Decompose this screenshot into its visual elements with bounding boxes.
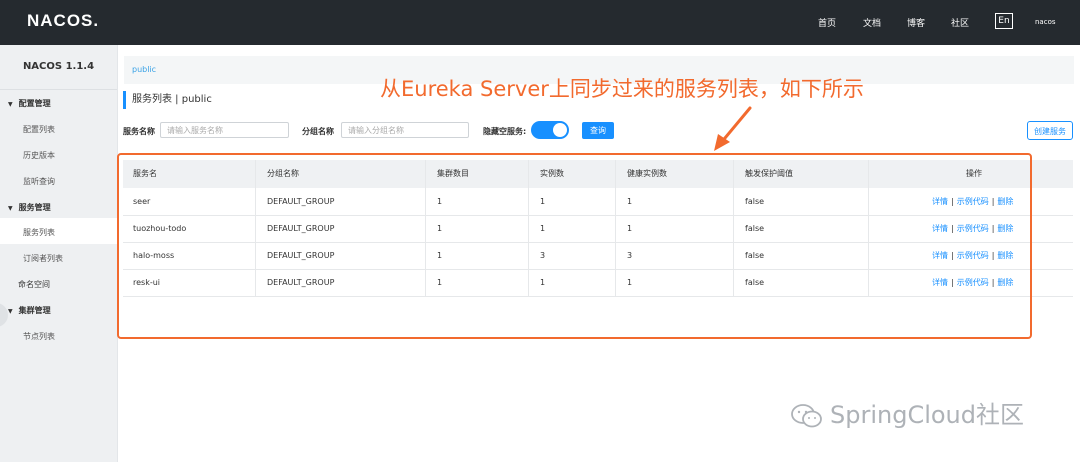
sidebar-item-config-list[interactable]: 配置列表 (23, 124, 55, 135)
hide-empty-label: 隐藏空服务: (483, 127, 527, 136)
query-button[interactable]: 查询 (582, 122, 614, 139)
top-navbar: NACOS. 首页 文档 博客 社区 En nacos (0, 0, 1080, 45)
hide-empty-toggle[interactable] (531, 121, 569, 139)
sidebar-active-highlight (0, 218, 117, 244)
create-service-button[interactable]: 创建服务 (1027, 121, 1073, 140)
sidebar: NACOS 1.1.4 ▼ 配置管理 配置列表 历史版本 监听查询 ▼ 服务管理 服… (0, 45, 118, 462)
user-name[interactable]: nacos (1035, 18, 1056, 26)
nacos-logo[interactable]: NACOS. (27, 11, 99, 31)
sidebar-group-cluster[interactable]: ▼ 集群管理 (8, 305, 51, 316)
wechat-icon (791, 404, 822, 428)
watermark: SpringCloud社区 (790, 395, 1024, 430)
sidebar-item-service-list[interactable]: 服务列表 (23, 227, 55, 238)
nav-community[interactable]: 社区 (951, 16, 969, 29)
group-name-label: 分组名称 (302, 127, 334, 136)
group-name-input[interactable]: 请输入分组名称 (341, 122, 469, 138)
caret-down-icon: ▼ (8, 205, 13, 212)
toggle-knob (553, 123, 567, 137)
annotation-text: 从Eureka Server上同步过来的服务列表，如下所示 (380, 77, 864, 101)
language-switch[interactable]: En (995, 13, 1013, 29)
sidebar-group-config[interactable]: ▼ 配置管理 (8, 98, 51, 109)
version-label: NACOS 1.1.4 (0, 45, 117, 90)
sidebar-group-service[interactable]: ▼ 服务管理 (8, 202, 51, 213)
namespace-public-link[interactable]: public (132, 65, 156, 74)
caret-down-icon: ▼ (8, 101, 13, 108)
service-name-input[interactable]: 请输入服务名称 (160, 122, 289, 138)
page-title: 服务列表 | public (123, 91, 212, 109)
sidebar-item-history[interactable]: 历史版本 (23, 150, 55, 161)
sidebar-item-listener-query[interactable]: 监听查询 (23, 176, 55, 187)
highlight-box (117, 153, 1032, 339)
annotation-arrow-icon (714, 106, 752, 151)
service-name-label: 服务名称 (123, 127, 155, 136)
nav-docs[interactable]: 文档 (863, 16, 881, 29)
sidebar-item-namespace[interactable]: 命名空间 (18, 279, 50, 290)
caret-down-icon: ▼ (8, 308, 13, 315)
nav-home[interactable]: 首页 (818, 16, 836, 29)
nav-blog[interactable]: 博客 (907, 16, 925, 29)
sidebar-item-subscribers[interactable]: 订阅者列表 (23, 253, 63, 264)
sidebar-item-nodes[interactable]: 节点列表 (23, 331, 55, 342)
